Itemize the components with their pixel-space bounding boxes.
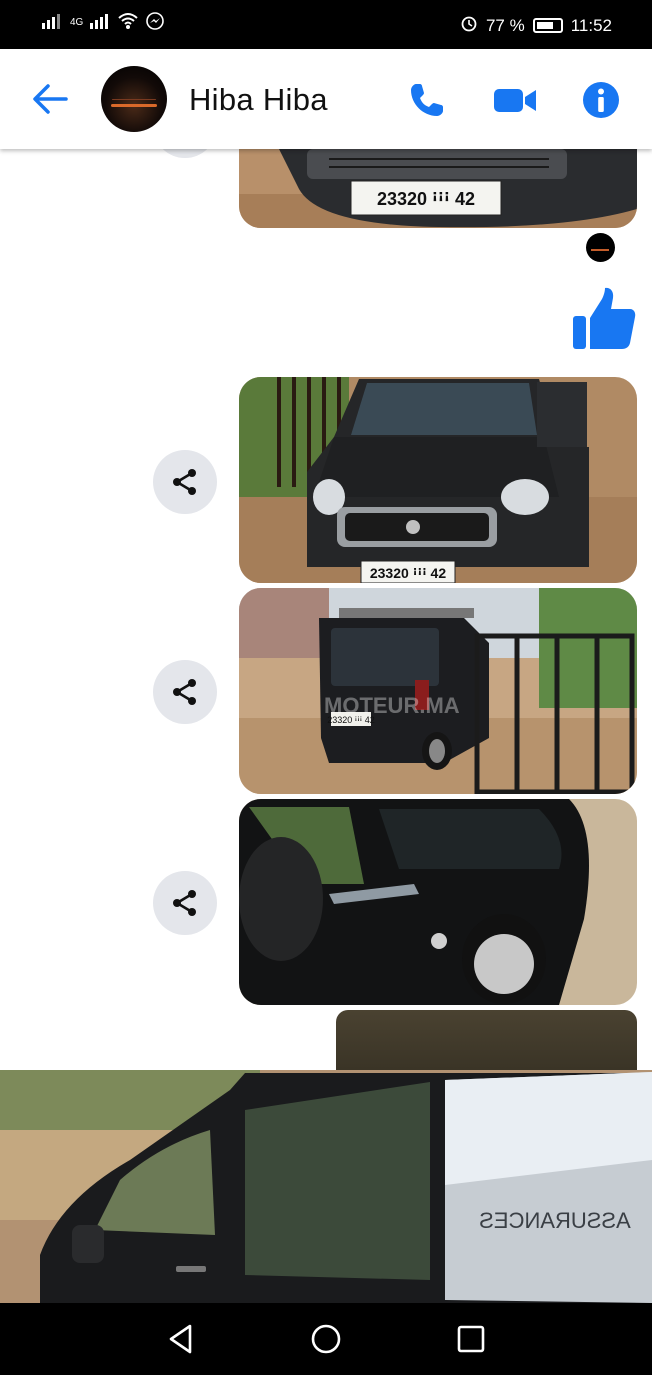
svg-text:MOTEUR.MA: MOTEUR.MA [324,693,460,718]
thumbs-up-icon[interactable] [570,285,638,353]
back-nav-icon[interactable] [166,1323,196,1355]
video-call-icon[interactable] [492,80,538,120]
network-type: 4G [70,17,84,28]
message-thread[interactable]: 23320 ꜟꜟꜟ 42 23320 ꜟꜟꜟ 42 23320 ꜟꜟꜟ 42 M… [0,149,652,1303]
share-icon [173,469,196,495]
share-button[interactable] [153,660,217,724]
status-right: 77 % 11:52 [460,14,612,37]
photo-message[interactable]: 23320 ꜟꜟꜟ 42 [239,377,637,583]
svg-text:23320 ꜟꜟꜟ 42: 23320 ꜟꜟꜟ 42 [370,565,446,581]
share-icon [173,679,196,705]
share-button[interactable] [153,871,217,935]
recents-nav-icon[interactable] [456,1323,486,1355]
car-side-photo: ASSURANCES [0,1070,652,1303]
photo-message[interactable]: 23320 ꜟꜟꜟ 42 [239,149,637,228]
battery-percent: 77 % [485,15,525,35]
svg-text:ASSURANCES: ASSURANCES [479,1208,631,1233]
car-side-mirror-photo [239,799,637,1005]
share-button[interactable] [153,450,217,514]
contact-name[interactable]: Hiba Hiba [189,82,328,118]
car-front-photo: 23320 ꜟꜟꜟ 42 [239,377,637,583]
photo-message-partial[interactable] [336,1010,637,1070]
share-icon [173,890,196,916]
svg-text:23320 ꜟꜟꜟ 42: 23320 ꜟꜟꜟ 42 [377,189,475,209]
photo-message[interactable] [239,799,637,1005]
status-bar: 4G 77 % 11:52 [0,0,652,49]
signal-icon [40,11,64,34]
clock: 11:52 [570,15,612,35]
battery-icon [532,18,563,33]
phone-call-icon[interactable] [407,80,447,120]
photo-message[interactable]: 23320 ꜟꜟꜟ 42 MOTEUR.MA [239,588,637,794]
alarm-icon [460,14,478,37]
avatar[interactable] [101,66,167,132]
navigation-bar [0,1303,652,1375]
share-button[interactable] [153,149,217,158]
status-left: 4G [40,11,165,34]
seen-avatar [586,233,615,262]
home-nav-icon[interactable] [310,1323,342,1355]
wifi-icon [117,11,139,34]
car-rear-photo: 23320 ꜟꜟꜟ 42 MOTEUR.MA [239,588,637,794]
photo-message[interactable]: ASSURANCES [0,1070,652,1303]
signal-icon-2 [89,11,111,34]
messenger-notification-icon [145,11,165,34]
info-icon[interactable] [581,80,621,120]
car-front-plate-photo: 23320 ꜟꜟꜟ 42 [239,149,637,228]
back-arrow-icon[interactable] [30,81,70,117]
conversation-header: Hiba Hiba [0,49,652,149]
